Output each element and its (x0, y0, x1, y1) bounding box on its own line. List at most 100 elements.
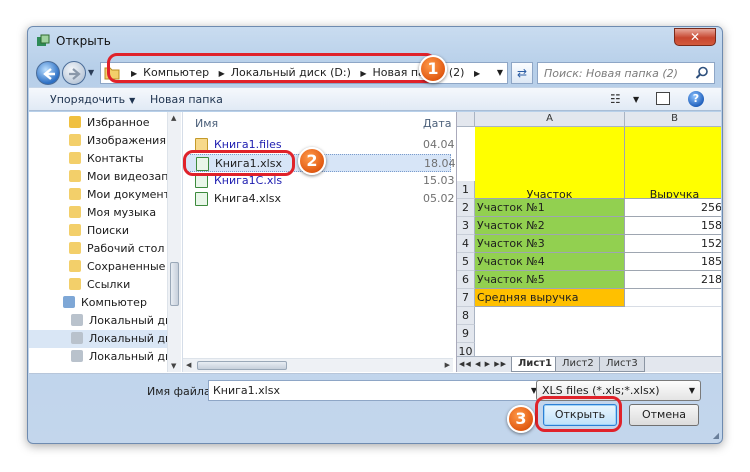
cell-a1: Участок (475, 127, 625, 199)
sheet-corner (457, 112, 475, 127)
folder-icon (69, 224, 81, 236)
nav-scrollbar[interactable]: ▲ ▼ (167, 112, 181, 372)
arrow-left-icon (43, 68, 55, 80)
back-button[interactable] (36, 61, 60, 85)
drive-icon (71, 332, 83, 344)
row-header: 1 (457, 181, 475, 199)
file-date: 15.03 (423, 174, 455, 187)
cell-b3: 158 (625, 217, 721, 235)
nav-item-documents[interactable]: Мои документы (29, 186, 181, 204)
nav-item-label: Изображения (87, 134, 166, 147)
nav-item-label: Рабочий стол (87, 242, 165, 255)
row-header: 9 (457, 325, 475, 343)
scroll-down-icon[interactable]: ▼ (171, 362, 176, 370)
folder-icon (69, 170, 81, 182)
nav-item-links[interactable]: Ссылки (29, 276, 181, 294)
toolbar: Упорядочить ▼ Новая папка ☷ ▼ ? (29, 87, 721, 111)
forward-button[interactable] (62, 61, 86, 85)
folder-icon (69, 152, 81, 164)
row-header: 5 (457, 253, 475, 271)
scroll-right-icon[interactable]: ▶ (445, 361, 450, 369)
step-badge-1: 1 (419, 55, 447, 83)
folder-icon (69, 242, 81, 254)
nav-item-desktop[interactable]: Рабочий стол (29, 240, 181, 258)
cell-b2: 256 (625, 199, 721, 217)
nav-item-drive[interactable]: Локальный диск (29, 330, 181, 348)
resize-grip-icon[interactable]: ◢ (713, 431, 719, 440)
sheet-navigation-icon[interactable]: ◀◀ ◀ ▶ ▶▶ (459, 360, 507, 368)
new-folder-button[interactable]: Новая папка (150, 93, 223, 106)
column-header: B (625, 112, 721, 127)
cell-a3: Участок №2 (475, 217, 625, 235)
file-date: 05.02 (423, 192, 455, 205)
nav-item-favorites[interactable]: Избранное (29, 114, 181, 132)
view-options-icon[interactable]: ☷ (610, 92, 621, 106)
file-date: 04.04 (423, 138, 455, 151)
row-header: 3 (457, 217, 475, 235)
nav-item-searches[interactable]: Поиски (29, 222, 181, 240)
nav-item-label: Мои документы (87, 188, 179, 201)
sheet-tab-3[interactable]: Лист3 (599, 357, 645, 372)
nav-item-contacts[interactable]: Контакты (29, 150, 181, 168)
row-header: 4 (457, 235, 475, 253)
cell-b1: Выручка (625, 127, 721, 199)
nav-item-drive[interactable]: Локальный диск (29, 312, 181, 330)
annotation-highlight-file (183, 150, 295, 176)
close-button[interactable]: ✕ (674, 28, 716, 46)
nav-item-saved-games[interactable]: Сохраненные игры (29, 258, 181, 276)
row-header: 8 (457, 307, 475, 325)
sheet-tab-bar: ◀◀ ◀ ▶ ▶▶ Лист1 Лист2 Лист3 (457, 356, 721, 372)
file-name: Книга4.xlsx (214, 192, 281, 205)
cancel-button[interactable]: Отмена (629, 404, 699, 426)
recent-pages-dropdown-icon[interactable]: ▼ (88, 68, 94, 77)
column-header-date[interactable]: Дата (423, 112, 451, 134)
nav-item-music[interactable]: Моя музыка (29, 204, 181, 222)
filename-label: Имя файла: (147, 385, 215, 398)
chevron-down-icon[interactable]: ▼ (633, 95, 639, 104)
sheet-tab-1[interactable]: Лист1 (511, 357, 559, 372)
content-area: Избранное Изображения Контакты Мои видео… (29, 112, 721, 374)
refresh-icon: ⇄ (516, 66, 528, 80)
cell-b4: 152 (625, 235, 721, 253)
scrollbar-thumb[interactable] (197, 361, 287, 370)
arrow-right-icon (69, 68, 81, 80)
nav-item-drive[interactable]: Локальный диск (29, 348, 181, 366)
horizontal-scrollbar[interactable]: ◀ ▶ (183, 358, 453, 372)
step-badge-3: 3 (507, 405, 535, 433)
filename-input[interactable]: Книга1.xlsx ▼ (208, 380, 542, 401)
nav-item-computer[interactable]: Компьютер (29, 294, 181, 312)
column-header-name[interactable]: Имя (195, 112, 218, 134)
search-input[interactable]: Поиск: Новая папка (2) (537, 62, 715, 84)
scrollbar-thumb[interactable] (170, 262, 179, 306)
file-row[interactable]: Книга4.xlsx 05.02 (185, 190, 455, 208)
app-icon (37, 34, 50, 46)
file-date: 18.04 (424, 157, 456, 170)
chevron-down-icon: ▼ (688, 386, 695, 395)
cell-a2: Участок №1 (475, 199, 625, 217)
search-icon[interactable] (695, 66, 709, 80)
star-icon (69, 116, 81, 128)
row-header: 7 (457, 289, 475, 307)
folder-icon (69, 260, 81, 272)
sheet-tab-2[interactable]: Лист2 (555, 357, 601, 372)
nav-item-videos[interactable]: Мои видеозаписи (29, 168, 181, 186)
drive-icon (71, 314, 83, 326)
filename-value: Книга1.xlsx (213, 384, 280, 397)
annotation-highlight-address (107, 53, 436, 83)
organize-button[interactable]: Упорядочить ▼ (50, 93, 135, 106)
preview-pane-icon[interactable] (656, 92, 670, 105)
scroll-up-icon[interactable]: ▲ (171, 114, 176, 122)
refresh-button[interactable]: ⇄ (511, 62, 533, 84)
scroll-left-icon[interactable]: ◀ (186, 361, 191, 369)
open-dialog: Открыть ✕ ▼ ▶ Компьютер ▶ Локальный диск (… (27, 26, 723, 444)
cell-a6: Участок №5 (475, 271, 625, 289)
row-header: 6 (457, 271, 475, 289)
help-icon[interactable]: ? (688, 91, 704, 107)
address-dropdown-icon[interactable]: ▼ (497, 68, 503, 77)
nav-item-label: Ссылки (87, 278, 131, 291)
folder-icon (69, 188, 81, 200)
organize-label: Упорядочить (50, 93, 126, 106)
folder-icon (69, 134, 81, 146)
nav-item-pictures[interactable]: Изображения (29, 132, 181, 150)
chevron-down-icon: ▼ (129, 96, 136, 105)
